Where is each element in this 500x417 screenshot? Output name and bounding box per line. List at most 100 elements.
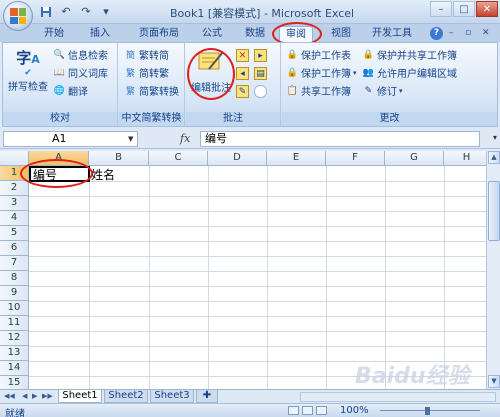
translate-button[interactable]: 🌐 翻译	[53, 83, 88, 99]
maximize-icon[interactable]: □	[453, 1, 475, 17]
row-header[interactable]: 7	[0, 256, 29, 271]
edit-comment-button[interactable]: 编辑批注	[189, 49, 233, 94]
tab-page-layout[interactable]: 页面布局	[131, 26, 187, 42]
close-workbook-icon[interactable]: ✕	[482, 28, 490, 38]
tab-home[interactable]: 开始	[38, 26, 70, 42]
minimize-icon[interactable]: –	[430, 1, 452, 17]
quick-access-toolbar: ↶ ↷ ▾	[38, 4, 114, 19]
insert-function-icon[interactable]: fx	[180, 132, 190, 145]
protect-share-button[interactable]: 🔒 保护并共享工作簿	[362, 47, 457, 63]
first-sheet-icon[interactable]: ◀◀	[4, 392, 15, 400]
tab-insert[interactable]: 插入	[84, 26, 116, 42]
name-box-dropdown-icon[interactable]: ▼	[128, 135, 133, 143]
column-header-e[interactable]: E	[267, 151, 326, 166]
help-icon[interactable]: ?	[430, 27, 443, 40]
scroll-down-icon[interactable]: ▼	[488, 375, 500, 388]
sheet-tab-sheet2[interactable]: Sheet2	[104, 390, 148, 403]
show-hide-comment-button[interactable]	[254, 85, 267, 98]
tab-developer[interactable]: 开发工具	[366, 26, 418, 42]
status-bar: 就绪 100%	[0, 403, 500, 417]
row-header[interactable]: 11	[0, 316, 29, 331]
column-header-f[interactable]: F	[326, 151, 385, 166]
formula-input[interactable]: 编号	[200, 131, 480, 147]
protect-workbook-button[interactable]: 🔒 保护工作簿 ▾	[286, 65, 357, 81]
share-workbook-button[interactable]: 📋 共享工作簿	[286, 83, 351, 99]
tab-formulas[interactable]: 公式	[196, 26, 228, 42]
row-header[interactable]: 4	[0, 211, 29, 226]
sheet-tab-sheet3[interactable]: Sheet3	[150, 390, 194, 403]
spell-check-button[interactable]: 字A ✔ 拼写检查	[7, 47, 49, 93]
gridline	[29, 226, 486, 227]
save-icon[interactable]	[38, 4, 54, 19]
page-layout-view-icon[interactable]	[302, 406, 313, 415]
allow-edit-ranges-label: 允许用户编辑区域	[377, 69, 457, 80]
column-header-d[interactable]: D	[208, 151, 267, 166]
row-header[interactable]: 12	[0, 331, 29, 346]
column-header-h[interactable]: H	[444, 151, 486, 166]
row-header[interactable]: 5	[0, 226, 29, 241]
row-header[interactable]: 1	[0, 166, 29, 181]
page-break-view-icon[interactable]	[316, 406, 327, 415]
tab-view[interactable]: 视图	[325, 26, 357, 42]
next-comment-icon: ▸	[254, 49, 267, 62]
cell-a1[interactable]: 编号	[33, 166, 57, 183]
row-header[interactable]: 15	[0, 376, 29, 389]
thesaurus-button[interactable]: 📖 同义词库	[53, 65, 108, 81]
zoom-slider[interactable]	[380, 410, 480, 411]
worksheet-grid[interactable]: A B C D E F G H 1 2 3 4 5 6 7 8 9 10 11 …	[0, 151, 486, 389]
select-all-corner[interactable]	[0, 151, 29, 166]
minimize-ribbon-icon[interactable]: –	[449, 28, 454, 38]
research-button[interactable]: 🔍 信息检索	[53, 47, 108, 63]
row-header[interactable]: 13	[0, 346, 29, 361]
tab-data[interactable]: 数据	[239, 26, 271, 42]
protect-workbook-icon: 🔒	[286, 67, 299, 78]
row-header[interactable]: 14	[0, 361, 29, 376]
last-sheet-icon[interactable]: ▶▶	[42, 392, 53, 400]
protect-sheet-button[interactable]: 🔒 保护工作表	[286, 47, 351, 63]
to-simplified-button[interactable]: 簡 繁转简	[124, 47, 169, 62]
tab-review[interactable]: 审阅	[279, 26, 313, 42]
restore-icon[interactable]: ▫	[465, 28, 471, 38]
name-box[interactable]: A1	[3, 131, 138, 147]
next-comment-button[interactable]: ▸	[254, 49, 267, 62]
row-header[interactable]: 8	[0, 271, 29, 286]
show-all-comments-button[interactable]: ▤	[254, 67, 267, 80]
normal-view-icon[interactable]	[288, 406, 299, 415]
row-header[interactable]: 6	[0, 241, 29, 256]
column-header-c[interactable]: C	[149, 151, 208, 166]
row-header[interactable]: 3	[0, 196, 29, 211]
undo-icon[interactable]: ↶	[58, 4, 74, 19]
zoom-level[interactable]: 100%	[340, 405, 369, 416]
insert-sheet-icon[interactable]: ✚	[196, 390, 218, 403]
row-header[interactable]: 2	[0, 181, 29, 196]
row-header[interactable]: 9	[0, 286, 29, 301]
office-button[interactable]	[3, 1, 33, 31]
track-changes-button[interactable]: ✎ 修订 ▾	[362, 83, 403, 99]
column-header-g[interactable]: G	[385, 151, 444, 166]
column-header-a[interactable]: A	[29, 151, 89, 166]
show-ink-button[interactable]: ✎	[236, 85, 249, 98]
gridline	[149, 166, 150, 389]
title-bar: ↶ ↷ ▾ Book1 [兼容模式] - Microsoft Excel – □…	[0, 0, 500, 24]
previous-comment-icon: ◂	[236, 67, 249, 80]
sheet-tab-sheet1[interactable]: Sheet1	[58, 390, 102, 403]
scroll-up-icon[interactable]: ▲	[488, 151, 500, 164]
row-header[interactable]: 10	[0, 301, 29, 316]
conversion-button[interactable]: 繁 简繁转换	[124, 83, 179, 98]
previous-comment-button[interactable]: ◂	[236, 67, 249, 80]
horizontal-scrollbar[interactable]	[300, 392, 496, 402]
delete-comment-button[interactable]: ✕	[236, 49, 249, 62]
close-icon[interactable]: ✕	[476, 1, 498, 17]
zoom-slider-knob[interactable]	[425, 407, 430, 415]
expand-formula-icon[interactable]: ▾	[493, 133, 497, 142]
cell-b1[interactable]: 姓名	[91, 166, 115, 183]
allow-edit-ranges-button[interactable]: 👥 允许用户编辑区域	[362, 65, 457, 81]
column-header-b[interactable]: B	[89, 151, 149, 166]
to-traditional-button[interactable]: 繁 简转繁	[124, 65, 169, 80]
prev-sheet-icon[interactable]: ◀	[22, 392, 27, 400]
customize-icon[interactable]: ▾	[98, 4, 114, 19]
vertical-scrollbar[interactable]: ▲ ▼	[486, 151, 500, 389]
next-sheet-icon[interactable]: ▶	[32, 392, 37, 400]
scroll-thumb[interactable]	[488, 181, 500, 241]
redo-icon[interactable]: ↷	[78, 4, 94, 19]
